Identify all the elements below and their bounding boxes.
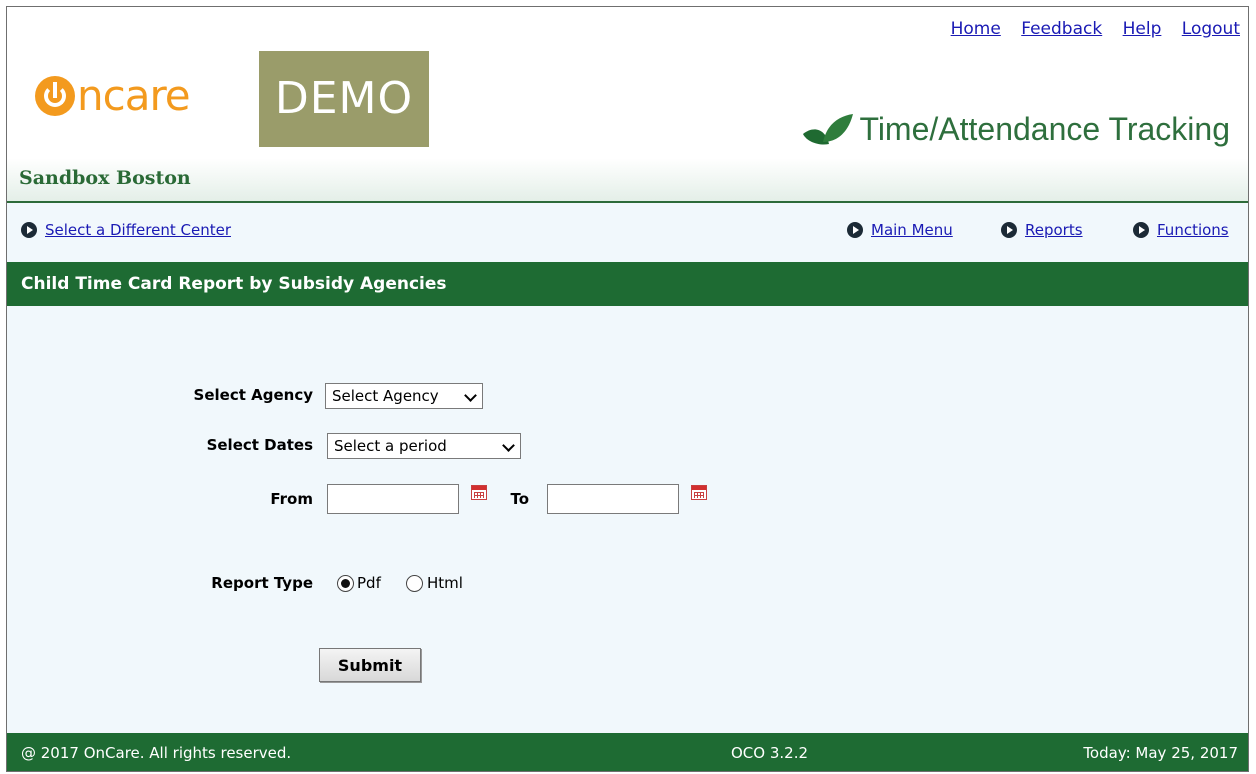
- copyright-text: @ 2017 OnCare. All rights reserved.: [21, 744, 292, 762]
- demo-badge: DEMO: [259, 51, 429, 147]
- dates-select-value: Select a period: [334, 437, 447, 455]
- reports-link[interactable]: Reports: [1001, 221, 1083, 239]
- functions-label: Functions: [1157, 221, 1229, 239]
- to-date-input[interactable]: [547, 484, 679, 514]
- center-name: Sandbox Boston: [19, 167, 191, 189]
- main-menu-label: Main Menu: [871, 221, 953, 239]
- nav-bar: Select a Different Center Main Menu Repo…: [7, 215, 1248, 245]
- oncare-wordmark: ncare: [35, 69, 191, 123]
- pdf-radio[interactable]: [337, 575, 354, 592]
- product-title: Time/Attendance Tracking: [799, 111, 1230, 148]
- dates-select[interactable]: Select a period: [327, 433, 521, 459]
- top-links: Home Feedback Help Logout: [936, 19, 1240, 39]
- arrow-right-icon: [847, 222, 863, 238]
- functions-link[interactable]: Functions: [1133, 221, 1229, 239]
- product-title-text: Time/Attendance Tracking: [859, 111, 1230, 147]
- leaf-icon: [803, 113, 854, 145]
- submit-button[interactable]: Submit: [319, 648, 421, 682]
- today-date-text: Today: May 25, 2017: [1083, 744, 1238, 762]
- home-link[interactable]: Home: [951, 19, 1001, 39]
- html-radio[interactable]: [406, 575, 423, 592]
- page-footer: @ 2017 OnCare. All rights reserved. OCO …: [7, 733, 1248, 771]
- calendar-icon[interactable]: [471, 485, 487, 500]
- oncare-demo-logo: ncare DEMO: [35, 51, 435, 151]
- calendar-icon[interactable]: [691, 485, 707, 500]
- to-label: To: [510, 490, 529, 508]
- report-form: Select Agency Select Agency Select Dates…: [7, 306, 1248, 732]
- help-link[interactable]: Help: [1123, 19, 1162, 39]
- reports-label: Reports: [1025, 221, 1083, 239]
- arrow-right-icon: [1133, 222, 1149, 238]
- main-menu-link[interactable]: Main Menu: [847, 221, 953, 239]
- version-text: OCO 3.2.2: [731, 744, 809, 762]
- pdf-radio-label: Pdf: [357, 574, 381, 592]
- select-center-link[interactable]: Select a Different Center: [21, 221, 231, 239]
- arrow-right-icon: [21, 222, 37, 238]
- logout-link[interactable]: Logout: [1182, 19, 1240, 39]
- html-radio-label: Html: [427, 574, 463, 592]
- power-icon: [35, 76, 75, 116]
- app-window: Home Feedback Help Logout ncare DEMO Tim…: [6, 6, 1249, 772]
- agency-select[interactable]: Select Agency: [325, 383, 483, 409]
- select-center-label: Select a Different Center: [45, 221, 231, 239]
- from-date-input[interactable]: [327, 484, 459, 514]
- arrow-right-icon: [1001, 222, 1017, 238]
- page-title: Child Time Card Report by Subsidy Agenci…: [7, 262, 1248, 306]
- chevron-down-icon: [464, 389, 477, 402]
- page-header: Home Feedback Help Logout ncare DEMO Tim…: [7, 7, 1248, 203]
- feedback-link[interactable]: Feedback: [1021, 19, 1102, 39]
- agency-label: Select Agency: [193, 386, 313, 404]
- report-type-label: Report Type: [211, 574, 313, 592]
- dates-label: Select Dates: [206, 436, 313, 454]
- agency-select-value: Select Agency: [332, 387, 439, 405]
- chevron-down-icon: [502, 439, 515, 452]
- from-label: From: [270, 490, 313, 508]
